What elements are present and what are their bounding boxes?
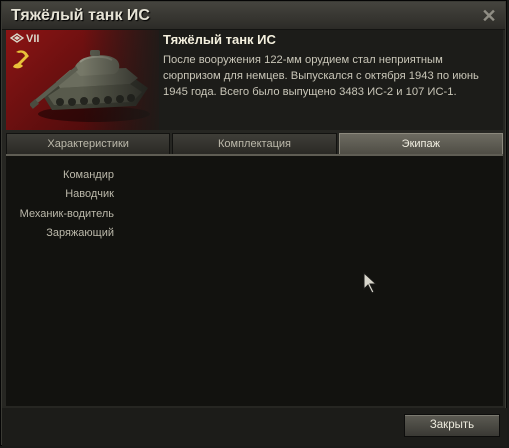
- tab-equipment[interactable]: Комплектация: [172, 133, 337, 154]
- crew-role-loader: Заряжающий: [46, 226, 114, 239]
- vehicle-image: VII: [6, 30, 159, 130]
- crew-role-driver: Механик-водитель: [19, 207, 114, 220]
- tier-badge: VII: [10, 33, 39, 45]
- tab-characteristics[interactable]: Характеристики: [6, 133, 171, 154]
- crew-role-commander: Командир: [63, 169, 114, 181]
- heavy-tank-class-icon: [10, 33, 24, 43]
- tab-bar: Характеристики Комплектация Экипаж: [6, 133, 503, 154]
- vehicle-info-window: Тяжёлый танк ИС ✕ VII Тяжёлый танк ИС По…: [0, 0, 507, 446]
- vehicle-description: После вооружения 122-мм орудием стал неп…: [163, 54, 479, 98]
- window-title: Тяжёлый танк ИС: [11, 7, 150, 24]
- crew-panel: Командир Наводчик Механик-водитель Заряж…: [6, 154, 503, 406]
- crew-role-gunner: Наводчик: [65, 188, 114, 201]
- vehicle-description-box: Тяжёлый танк ИС После вооружения 122-мм …: [163, 32, 501, 100]
- close-icon[interactable]: ✕: [479, 6, 499, 26]
- mouse-cursor-icon: [363, 272, 377, 294]
- tier-label: VII: [26, 33, 40, 45]
- vehicle-name: Тяжёлый танк ИС: [163, 32, 276, 47]
- crew-list: Командир Наводчик Механик-водитель Заряж…: [20, 166, 114, 243]
- vehicle-header: VII Тяжёлый танк ИС После вооружения 122…: [6, 30, 503, 130]
- close-button[interactable]: Закрыть: [404, 414, 500, 437]
- tab-crew[interactable]: Экипаж: [338, 133, 503, 154]
- title-bar[interactable]: Тяжёлый танк ИС ✕: [2, 2, 505, 30]
